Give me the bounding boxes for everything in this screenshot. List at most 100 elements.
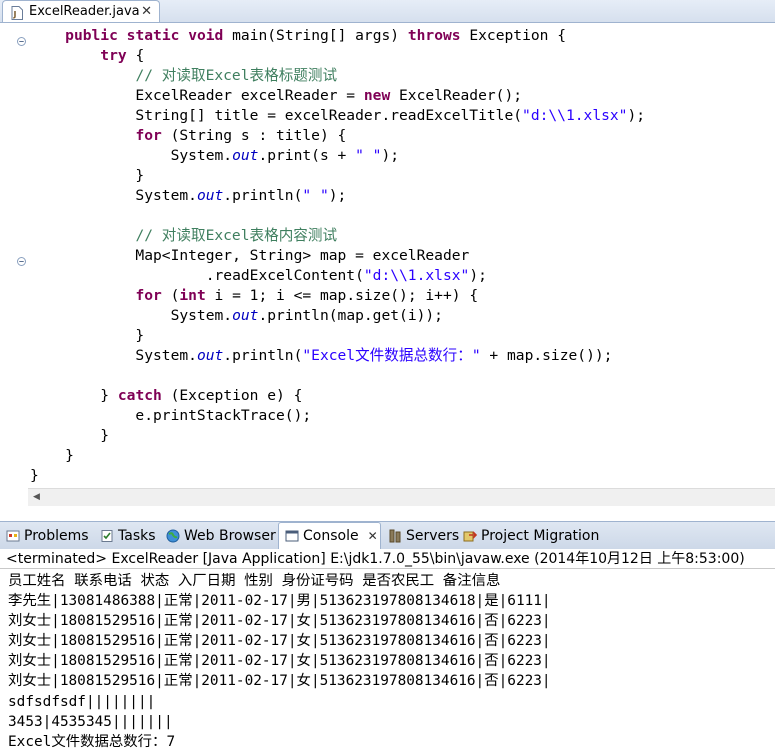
code-token: ); xyxy=(627,107,646,124)
code-token: ExcelReader excelReader = xyxy=(30,87,364,104)
code-line: System.out.println(map.get(i)); xyxy=(30,306,770,326)
views-tab-bar: Problems Tasks Web Browser Console ✕ Ser… xyxy=(0,521,775,550)
code-line: e.printStackTrace(); xyxy=(30,406,770,426)
console-line: 刘女士|18081529516|正常|2011-02-17|女|51362319… xyxy=(8,653,551,670)
code-token: .println( xyxy=(223,347,303,364)
code-token: throws xyxy=(407,27,461,44)
horizontal-scrollbar[interactable]: ◀ xyxy=(28,488,775,506)
console-output[interactable]: 员工姓名 联系电话 状态 入厂日期 性别 身份证号码 是否农民工 备注信息李先生… xyxy=(8,571,773,752)
console-line: 员工姓名 联系电话 状态 入厂日期 性别 身份证号码 是否农民工 备注信息 xyxy=(8,573,501,589)
code-token: + map.size()); xyxy=(480,347,613,364)
tab-label: Tasks xyxy=(118,527,156,544)
console-icon xyxy=(285,529,299,543)
code-token: System. xyxy=(30,307,233,324)
code-token: out xyxy=(196,187,224,204)
code-token: System. xyxy=(30,147,233,164)
code-token: } xyxy=(30,467,39,484)
code-line: for (String s : title) { xyxy=(30,126,770,146)
code-token: new xyxy=(363,87,391,104)
close-icon[interactable]: ✕ xyxy=(141,4,152,19)
code-token: "d:\\1.xlsx" xyxy=(363,267,470,284)
code-line: // 对读取Excel表格标题测试 xyxy=(30,66,770,86)
console-view[interactable]: <terminated> ExcelReader [Java Applicati… xyxy=(0,549,775,753)
editor-gutter xyxy=(0,23,34,489)
code-token: System. xyxy=(30,347,197,364)
code-token: String[] title = excelReader.readExcelTi… xyxy=(30,107,523,124)
code-token: Map<Integer, String> map = excelReader xyxy=(30,247,470,264)
tab-web-browser[interactable]: Web Browser xyxy=(166,522,276,549)
code-token: static xyxy=(126,27,180,44)
code-token: { xyxy=(126,47,145,64)
code-line: .readExcelContent("d:\\1.xlsx"); xyxy=(30,266,770,286)
code-token: public xyxy=(65,27,118,44)
console-line: 3453|4535345||||||| xyxy=(8,713,173,730)
code-token: ExcelReader(); xyxy=(390,87,523,104)
tab-label: Project Migration xyxy=(481,527,600,544)
tasks-icon xyxy=(100,529,114,543)
problems-icon xyxy=(6,529,20,543)
migration-icon xyxy=(463,529,478,543)
code-line: } xyxy=(30,326,770,346)
code-token: .println( xyxy=(223,187,303,204)
console-line: 李先生|13081486388|正常|2011-02-17|男|51362319… xyxy=(8,593,551,610)
code-token: ); xyxy=(328,187,347,204)
scroll-left-icon[interactable]: ◀ xyxy=(33,492,40,502)
code-token: .println(map.get(i)); xyxy=(258,307,443,324)
code-token: void xyxy=(188,27,224,44)
code-token: ); xyxy=(381,147,400,164)
code-line: } xyxy=(30,446,770,466)
code-line: System.out.println(" "); xyxy=(30,186,770,206)
code-line: } xyxy=(30,466,770,486)
code-token: " " xyxy=(355,147,382,164)
editor-tab-excelreader[interactable]: J ExcelReader.java ✕ xyxy=(2,0,160,22)
code-line: } catch (Exception e) { xyxy=(30,386,770,406)
close-icon[interactable]: ✕ xyxy=(368,529,378,543)
code-token: } xyxy=(30,427,110,444)
console-process-status: <terminated> ExcelReader [Java Applicati… xyxy=(0,549,775,569)
code-token: "Excel文件数据总数行：" xyxy=(302,347,481,364)
code-token: } xyxy=(30,327,145,344)
code-token: .print(s + xyxy=(258,147,356,164)
code-area[interactable]: public static void main(String[] args) t… xyxy=(30,26,770,486)
code-token: " " xyxy=(302,187,329,204)
tab-label: Web Browser xyxy=(184,527,276,544)
code-line: System.out.println("Excel文件数据总数行：" + map… xyxy=(30,346,770,366)
code-token: } xyxy=(30,387,118,404)
editor-tab-bar: J ExcelReader.java ✕ xyxy=(0,0,775,23)
code-editor[interactable]: J ExcelReader.java ✕ public static void … xyxy=(0,0,775,512)
code-token: out xyxy=(196,347,224,364)
code-token: int xyxy=(179,287,206,304)
code-token: (String s : title) { xyxy=(161,127,347,144)
code-token: (Exception e) { xyxy=(161,387,303,404)
console-line: 刘女士|18081529516|正常|2011-02-17|女|51362319… xyxy=(8,613,551,630)
tab-project-migration[interactable]: Project Migration xyxy=(463,522,599,549)
code-token: Exception { xyxy=(460,27,567,44)
editor-tab-label: ExcelReader.java xyxy=(29,4,140,19)
code-token: main(String[] args) xyxy=(223,27,408,44)
tab-label: Problems xyxy=(24,527,89,544)
tab-tasks[interactable]: Tasks xyxy=(100,522,156,549)
tab-label: Console xyxy=(303,528,359,544)
fold-collapse-icon[interactable] xyxy=(17,251,26,266)
fold-collapse-icon[interactable] xyxy=(17,31,26,46)
code-token: out xyxy=(232,147,259,164)
tab-servers[interactable]: Servers xyxy=(388,522,459,549)
code-token: "d:\\1.xlsx" xyxy=(522,107,628,124)
tab-problems[interactable]: Problems xyxy=(6,522,89,549)
code-token: } xyxy=(30,447,74,464)
code-token: .readExcelContent( xyxy=(30,267,364,284)
tab-console[interactable]: Console ✕ xyxy=(278,522,381,549)
code-token: for xyxy=(135,127,162,144)
code-line: } xyxy=(30,426,770,446)
code-token: // 对读取Excel表格标题测试 xyxy=(135,67,338,84)
code-line: } xyxy=(30,166,770,186)
console-line: 刘女士|18081529516|正常|2011-02-17|女|51362319… xyxy=(8,633,551,650)
code-token: ( xyxy=(161,287,180,304)
